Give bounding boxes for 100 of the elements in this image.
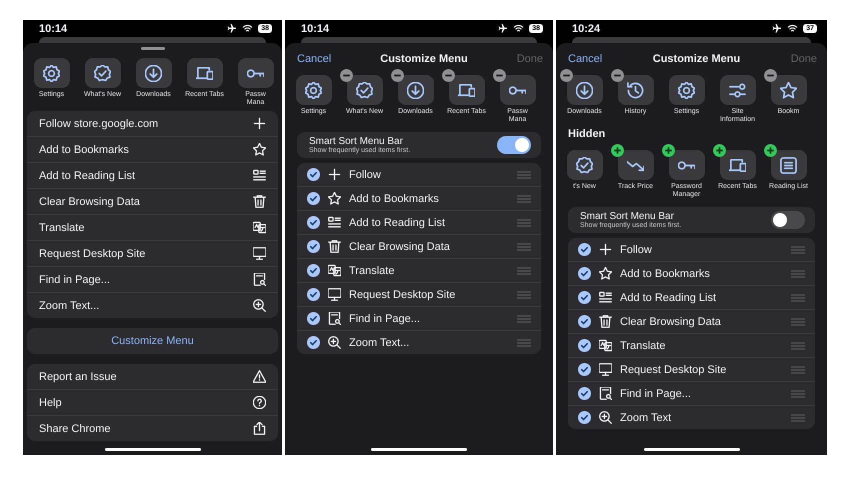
menu-item[interactable]: Request Desktop Site — [297, 283, 541, 307]
menu-item[interactable]: Help — [27, 390, 278, 416]
minus-badge-icon[interactable] — [493, 69, 506, 82]
menu-tile[interactable] — [238, 58, 274, 88]
menu-tile[interactable] — [720, 150, 756, 180]
menu-item[interactable]: Add to Reading List — [297, 211, 541, 235]
cancel-button[interactable]: Cancel — [297, 53, 332, 65]
drag-handle-icon[interactable] — [791, 270, 805, 278]
menu-item[interactable]: Share Chrome — [27, 416, 278, 441]
drag-handle-icon[interactable] — [791, 246, 805, 254]
menu-item[interactable]: Zoom Text... — [27, 293, 278, 318]
menu-tile[interactable] — [618, 75, 654, 105]
menu-tile[interactable] — [34, 58, 70, 88]
menu-tile[interactable] — [448, 75, 484, 105]
menu-item[interactable]: Follow — [297, 163, 541, 187]
plus-badge-icon[interactable] — [764, 144, 777, 157]
checkmark-circle[interactable] — [578, 267, 591, 280]
menu-item[interactable]: Find in Page... — [27, 267, 278, 293]
checkmark-circle[interactable] — [578, 363, 591, 376]
drag-handle-icon[interactable] — [517, 290, 531, 298]
drag-handle-icon[interactable] — [517, 266, 531, 274]
minus-badge-icon[interactable] — [442, 69, 455, 82]
menu-tile[interactable] — [398, 75, 434, 105]
cancel-button[interactable]: Cancel — [568, 53, 602, 65]
menu-tile[interactable] — [186, 58, 222, 88]
menu-tile[interactable] — [720, 75, 756, 105]
menu-tile[interactable] — [618, 150, 654, 180]
checkmark-circle[interactable] — [307, 288, 320, 301]
menu-item[interactable]: Translate — [568, 334, 815, 358]
checkmark-circle[interactable] — [307, 240, 320, 253]
toggle-switch[interactable] — [497, 136, 531, 154]
checkmark-circle[interactable] — [578, 339, 591, 352]
menu-item[interactable]: Clear Browsing Data — [27, 189, 278, 215]
drag-handle-icon[interactable] — [517, 218, 531, 226]
menu-tile[interactable] — [770, 150, 806, 180]
drag-handle-icon[interactable] — [517, 314, 531, 322]
minus-badge-icon[interactable] — [611, 69, 624, 82]
menu-item[interactable]: Report an Issue — [27, 364, 278, 390]
menu-tile[interactable] — [84, 58, 120, 88]
drag-handle-icon[interactable] — [791, 342, 805, 350]
menu-item[interactable]: Add to Reading List — [27, 163, 278, 189]
checkmark-circle[interactable] — [307, 312, 320, 325]
minus-badge-icon[interactable] — [340, 69, 353, 82]
checkmark-circle[interactable] — [578, 387, 591, 400]
menu-item[interactable]: Find in Page... — [568, 382, 815, 406]
checkmark-circle[interactable] — [307, 192, 320, 205]
menu-tile[interactable] — [566, 75, 602, 105]
drag-handle-icon[interactable] — [517, 338, 531, 346]
menu-item[interactable]: Follow store.google.com — [27, 111, 278, 137]
checkmark-circle[interactable] — [307, 336, 320, 349]
sheet-grabber[interactable] — [140, 47, 164, 50]
drag-handle-icon[interactable] — [791, 294, 805, 302]
checkmark-circle[interactable] — [578, 291, 591, 304]
drag-handle-icon[interactable] — [517, 242, 531, 250]
minus-badge-icon[interactable] — [391, 69, 404, 82]
menu-item[interactable]: Zoom Text... — [297, 331, 541, 354]
menu-tile[interactable] — [346, 75, 382, 105]
gear-icon — [305, 82, 322, 98]
drag-handle-icon[interactable] — [791, 414, 805, 422]
plus-badge-icon[interactable] — [611, 144, 624, 157]
drag-handle-icon[interactable] — [791, 318, 805, 326]
checkmark-circle[interactable] — [578, 315, 591, 328]
plus-badge-icon[interactable] — [662, 144, 675, 157]
menu-item[interactable]: Add to Reading List — [568, 286, 815, 310]
menu-tile[interactable] — [136, 58, 172, 88]
checkmark-circle[interactable] — [578, 411, 591, 424]
drag-handle-icon[interactable] — [517, 194, 531, 202]
minus-badge-icon[interactable] — [560, 69, 573, 82]
menu-tile[interactable] — [668, 150, 704, 180]
checkmark-circle[interactable] — [307, 264, 320, 277]
menu-item[interactable]: Translate — [297, 259, 541, 283]
devices-icon — [729, 156, 746, 174]
menu-item[interactable]: Add to Bookmarks — [27, 137, 278, 163]
checkmark-circle[interactable] — [578, 243, 591, 256]
menu-item[interactable]: Find in Page... — [297, 307, 541, 331]
menu-tile[interactable] — [296, 75, 332, 105]
drag-handle-icon[interactable] — [791, 366, 805, 374]
menu-tile[interactable] — [770, 75, 806, 105]
menu-item[interactable]: Request Desktop Site — [568, 358, 815, 382]
zoom-icon — [253, 299, 266, 312]
menu-item[interactable]: Zoom Text — [568, 406, 815, 429]
customize-menu-button[interactable]: Customize Menu — [27, 328, 278, 354]
checkmark-circle[interactable] — [307, 216, 320, 229]
checkmark-circle[interactable] — [307, 168, 320, 181]
menu-tile[interactable] — [668, 75, 704, 105]
toggle-switch[interactable] — [771, 211, 805, 229]
menu-item[interactable]: Clear Browsing Data — [568, 310, 815, 334]
menu-item[interactable]: Clear Browsing Data — [297, 235, 541, 259]
menu-tile[interactable] — [566, 150, 602, 180]
plus-badge-icon[interactable] — [713, 144, 726, 157]
list-box-icon — [780, 156, 797, 174]
menu-tile[interactable] — [500, 75, 536, 105]
menu-item[interactable]: Add to Bookmarks — [297, 187, 541, 211]
menu-item[interactable]: Translate — [27, 215, 278, 241]
drag-handle-icon[interactable] — [517, 170, 531, 178]
drag-handle-icon[interactable] — [791, 390, 805, 398]
menu-item[interactable]: Request Desktop Site — [27, 241, 278, 267]
menu-item[interactable]: Add to Bookmarks — [568, 262, 815, 286]
menu-item[interactable]: Follow — [568, 238, 815, 262]
minus-badge-icon[interactable] — [764, 69, 777, 82]
